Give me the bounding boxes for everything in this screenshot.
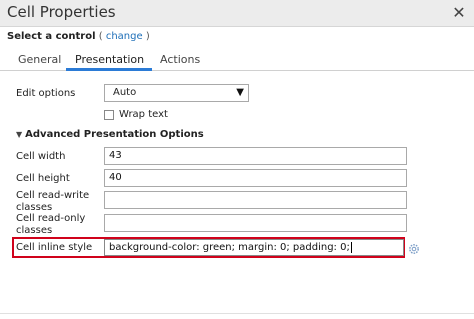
advanced-options-label: Advanced Presentation Options (25, 129, 204, 140)
inline-style-input[interactable]: background-color: green; margin: 0; padd… (104, 239, 404, 256)
read-only-label-1: Cell read-only (16, 213, 86, 224)
paren-open: ( (98, 31, 103, 42)
cell-height-input[interactable]: 40 (104, 169, 407, 187)
select-control-row: Select a control ( change ) (7, 31, 150, 42)
text-cursor (350, 241, 352, 253)
edit-options-select[interactable]: Auto ▼ (104, 84, 249, 102)
edit-options-value: Auto (113, 87, 137, 98)
wrap-text-label: Wrap text (119, 109, 168, 120)
caret-down-icon: ▼ (16, 130, 23, 139)
tab-actions[interactable]: Actions (160, 53, 200, 66)
tab-presentation[interactable]: Presentation (75, 53, 144, 66)
cell-width-label: Cell width (16, 151, 66, 162)
advanced-options-toggle[interactable]: ▼ Advanced Presentation Options (16, 129, 204, 140)
read-write-label-1: Cell read-write (16, 190, 90, 201)
dialog-title: Cell Properties (7, 3, 116, 21)
read-write-classes-input[interactable] (104, 191, 407, 209)
read-only-label-2: classes (16, 225, 53, 236)
cell-height-label: Cell height (16, 173, 70, 184)
wrap-text-checkbox[interactable] (104, 110, 114, 120)
gear-icon[interactable] (408, 243, 420, 255)
cell-width-input[interactable]: 43 (104, 147, 407, 165)
footer-divider (0, 313, 474, 314)
edit-options-label: Edit options (16, 88, 76, 99)
inline-style-label: Cell inline style (16, 242, 93, 253)
read-only-classes-input[interactable] (104, 214, 407, 232)
inline-style-value: background-color: green; margin: 0; padd… (109, 242, 350, 253)
dialog-titlebar: Cell Properties ✕ (0, 0, 474, 27)
tab-bar: General Presentation Actions (0, 49, 474, 71)
close-icon[interactable]: ✕ (449, 3, 469, 23)
chevron-down-icon: ▼ (236, 87, 244, 98)
active-tab-indicator (66, 68, 152, 71)
change-link[interactable]: change (106, 31, 143, 42)
paren-close: ) (145, 31, 150, 42)
select-control-label: Select a control (7, 31, 96, 42)
tab-general[interactable]: General (18, 53, 61, 66)
